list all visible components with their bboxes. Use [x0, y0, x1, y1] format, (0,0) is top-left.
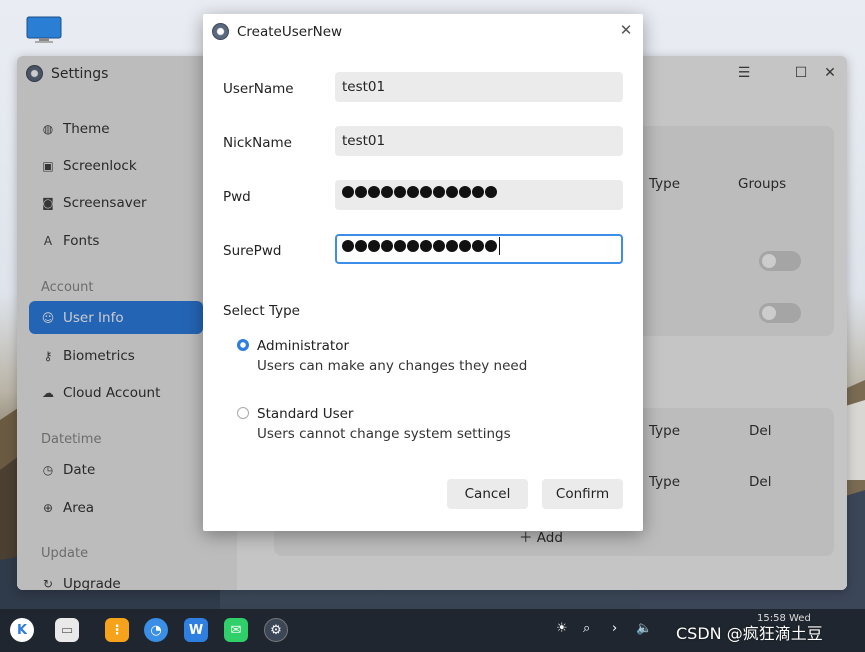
- surepwd-input[interactable]: [335, 234, 623, 264]
- password-mask: [342, 186, 497, 198]
- password-dot: [459, 186, 471, 198]
- text-caret: [499, 237, 500, 255]
- password-dot: [407, 186, 419, 198]
- password-dot: [472, 186, 484, 198]
- password-dot: [433, 186, 445, 198]
- pwd-input[interactable]: [335, 180, 623, 210]
- password-dot: [446, 240, 458, 252]
- password-dot: [381, 240, 393, 252]
- select-type-label: Select Type: [223, 303, 300, 319]
- chat-icon[interactable]: ✉: [224, 618, 248, 642]
- password-dot: [368, 186, 380, 198]
- password-dot: [446, 186, 458, 198]
- password-dot: [459, 240, 471, 252]
- password-mask: [342, 237, 500, 255]
- settings-app-icon: [212, 23, 229, 40]
- confirm-button[interactable]: Confirm: [542, 479, 623, 509]
- password-dot: [485, 186, 497, 198]
- username-label: UserName: [223, 81, 294, 97]
- password-dot: [394, 186, 406, 198]
- nickname-input[interactable]: [335, 126, 623, 156]
- password-dot: [472, 240, 484, 252]
- password-dot: [433, 240, 445, 252]
- password-dot: [342, 240, 354, 252]
- standard-user-radio[interactable]: [237, 407, 249, 419]
- computer-icon[interactable]: [26, 16, 62, 44]
- close-icon[interactable]: ✕: [618, 21, 634, 39]
- administrator-desc: Users can make any changes they need: [257, 358, 528, 374]
- password-dot: [420, 240, 432, 252]
- volume-icon[interactable]: 🔈: [636, 621, 652, 636]
- standard-user-desc: Users cannot change system settings: [257, 426, 511, 442]
- username-input[interactable]: [335, 72, 623, 102]
- password-dot: [485, 240, 497, 252]
- password-dot: [342, 186, 354, 198]
- wps-icon[interactable]: W: [184, 618, 208, 642]
- pwd-label: Pwd: [223, 189, 251, 205]
- administrator-title[interactable]: Administrator: [257, 338, 349, 354]
- password-dot: [368, 240, 380, 252]
- password-dot: [355, 186, 367, 198]
- password-dot: [355, 240, 367, 252]
- surepwd-label: SurePwd: [223, 243, 282, 259]
- dialog-title: CreateUserNew: [237, 24, 343, 40]
- brightness-icon[interactable]: ☀: [556, 621, 568, 636]
- watermark: CSDN @疯狂滴土豆: [676, 624, 823, 643]
- password-dot: [420, 186, 432, 198]
- settings-icon[interactable]: ⚙: [264, 618, 288, 642]
- app-store-icon[interactable]: ⋮: [105, 618, 129, 642]
- password-dot: [394, 240, 406, 252]
- cancel-button[interactable]: Cancel: [447, 479, 528, 509]
- create-user-dialog: CreateUserNew ✕ UserName NickName Pwd Su…: [203, 14, 643, 531]
- browser-icon[interactable]: ◔: [144, 618, 168, 642]
- password-dot: [381, 186, 393, 198]
- password-dot: [407, 240, 419, 252]
- administrator-radio[interactable]: [237, 339, 249, 351]
- file-manager-icon[interactable]: ▭: [55, 618, 79, 642]
- search-icon[interactable]: ⌕: [583, 621, 590, 636]
- standard-user-title[interactable]: Standard User: [257, 406, 353, 422]
- start-menu-icon[interactable]: K: [10, 618, 34, 642]
- nickname-label: NickName: [223, 135, 292, 151]
- chevron-right-icon[interactable]: ›: [612, 621, 617, 636]
